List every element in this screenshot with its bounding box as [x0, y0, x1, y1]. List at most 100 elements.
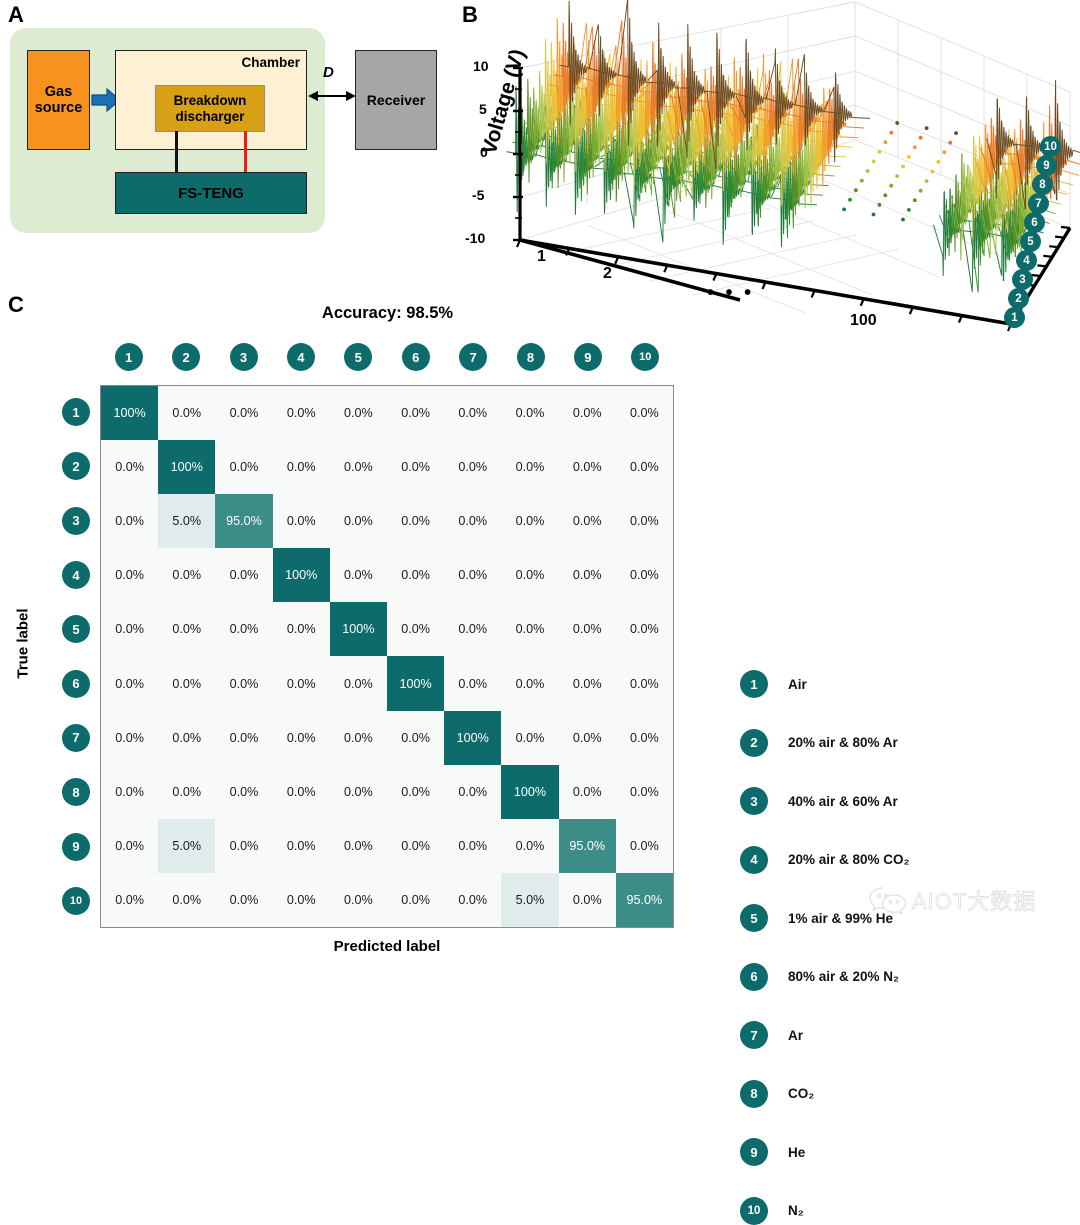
- matrix-cell-r10-c6: 0.0%: [387, 873, 444, 927]
- col-badge-8: 8: [517, 343, 545, 371]
- matrix-cell-r10-c8: 5.0%: [501, 873, 558, 927]
- matrix-cell-r3-c1: 0.0%: [101, 494, 158, 548]
- gap-dot-gas2-1: [848, 198, 852, 202]
- legend-item-6: 6 80% air & 20% N₂: [740, 963, 899, 991]
- matrix-cell-r7-c9: 0.0%: [559, 711, 616, 765]
- matrix-cell-r5-c7: 0.0%: [444, 602, 501, 656]
- matrix-cell-r2-c4: 0.0%: [273, 440, 330, 494]
- matrix-cell-r1-c7: 0.0%: [444, 386, 501, 440]
- z-label-7: 7: [1028, 193, 1049, 214]
- matrix-cell-r6-c7: 0.0%: [444, 656, 501, 710]
- matrix-cell-r9-c6: 0.0%: [387, 819, 444, 873]
- distance-double-arrow-icon: [307, 86, 357, 106]
- matrix-cell-r5-c10: 0.0%: [616, 602, 673, 656]
- discharger-label-line1: Breakdown: [174, 93, 247, 108]
- gap-dot-gas4-2: [889, 184, 893, 188]
- z-label-10: 10: [1040, 136, 1061, 157]
- matrix-cell-r9-c8: 0.0%: [501, 819, 558, 873]
- legend-item-1: 1Air: [740, 670, 807, 698]
- matrix-cell-r8-c1: 0.0%: [101, 765, 158, 819]
- gap-dot-gas6-2: [901, 165, 905, 169]
- matrix-cell-r2-c3: 0.0%: [215, 440, 272, 494]
- matrix-cell-r10-c2: 0.0%: [158, 873, 215, 927]
- matrix-cell-r3-c3: 95.0%: [215, 494, 272, 548]
- matrix-cell-r6-c2: 0.0%: [158, 656, 215, 710]
- legend-item-3: 340% air & 60% Ar: [740, 787, 898, 815]
- matrix-cell-r7-c1: 0.0%: [101, 711, 158, 765]
- legend-item-2: 220% air & 80% Ar: [740, 729, 898, 757]
- matrix-cell-r5-c8: 0.0%: [501, 602, 558, 656]
- gap-dot-gas10-3: [954, 131, 958, 135]
- legend-label-3: 40% air & 60% Ar: [788, 794, 898, 809]
- gap-dot-gas9-1: [889, 131, 893, 135]
- matrix-cell-r7-c5: 0.0%: [330, 711, 387, 765]
- black-wire: [175, 131, 178, 173]
- legend-label-8: CO₂: [788, 1086, 814, 1101]
- gap-dot-gas1-1: [842, 208, 846, 212]
- col-badge-10: 10: [631, 343, 659, 371]
- matrix-cell-r2-c5: 0.0%: [330, 440, 387, 494]
- row-badge-4: 4: [62, 561, 90, 589]
- matrix-cell-r7-c6: 0.0%: [387, 711, 444, 765]
- gap-dot-gas3-3: [913, 198, 917, 202]
- legend-label-10: N₂: [788, 1203, 804, 1218]
- matrix-cell-r10-c1: 0.0%: [101, 873, 158, 927]
- col-badge-7: 7: [459, 343, 487, 371]
- legend-label-6: 80% air & 20% N₂: [788, 969, 899, 984]
- matrix-cell-r10-c9: 0.0%: [559, 873, 616, 927]
- legend-badge-8: 8: [740, 1080, 768, 1108]
- gap-dot-gas10-1: [895, 121, 899, 125]
- matrix-cell-r4-c6: 0.0%: [387, 548, 444, 602]
- col-badge-5: 5: [344, 343, 372, 371]
- matrix-cell-r5-c2: 0.0%: [158, 602, 215, 656]
- matrix-cell-r4-c5: 0.0%: [330, 548, 387, 602]
- matrix-cell-r3-c10: 0.0%: [616, 494, 673, 548]
- confusion-matrix-grid: 100%0.0%0.0%0.0%0.0%0.0%0.0%0.0%0.0%0.0%…: [100, 385, 674, 928]
- legend-badge-6: 6: [740, 963, 768, 991]
- matrix-cell-r8-c10: 0.0%: [616, 765, 673, 819]
- matrix-cell-r6-c1: 0.0%: [101, 656, 158, 710]
- matrix-cell-r6-c10: 0.0%: [616, 656, 673, 710]
- z-label-3: 3: [1012, 269, 1033, 290]
- matrix-cell-r2-c2: 100%: [158, 440, 215, 494]
- y-tick-10: 10: [473, 58, 489, 74]
- legend-label-9: He: [788, 1145, 805, 1160]
- matrix-cell-r4-c2: 0.0%: [158, 548, 215, 602]
- gap-dot-gas10-2: [925, 126, 929, 130]
- panel-b-voltage-waterfall-3d: Voltage (V) 10 5 0 -5 -10 1 2 100 • • • …: [455, 0, 1080, 340]
- legend-badge-10: 10: [740, 1197, 768, 1225]
- matrix-cell-r8-c9: 0.0%: [559, 765, 616, 819]
- col-badge-6: 6: [402, 343, 430, 371]
- legend-badge-5: 5: [740, 904, 768, 932]
- col-badge-9: 9: [574, 343, 602, 371]
- matrix-cell-r7-c4: 0.0%: [273, 711, 330, 765]
- accuracy-title: Accuracy: 98.5%: [100, 304, 675, 323]
- chamber-label: Chamber: [241, 55, 300, 70]
- row-badge-8: 8: [62, 778, 90, 806]
- gas-source-label-line1: Gas: [45, 84, 72, 100]
- matrix-cell-r4-c1: 0.0%: [101, 548, 158, 602]
- gap-dot-gas8-2: [913, 145, 917, 149]
- gas-source-box: Gas source: [27, 50, 90, 150]
- matrix-cell-r4-c7: 0.0%: [444, 548, 501, 602]
- matrix-cell-r3-c8: 0.0%: [501, 494, 558, 548]
- gap-dot-gas2-2: [878, 203, 882, 207]
- row-badge-10: 10: [62, 887, 90, 915]
- legend-label-2: 20% air & 80% Ar: [788, 735, 898, 750]
- matrix-cell-r1-c2: 0.0%: [158, 386, 215, 440]
- legend-item-9: 9He: [740, 1138, 805, 1166]
- matrix-cell-r2-c10: 0.0%: [616, 440, 673, 494]
- matrix-cell-r10-c10: 95.0%: [616, 873, 673, 927]
- matrix-cell-r3-c7: 0.0%: [444, 494, 501, 548]
- gap-dot-gas7-1: [878, 150, 882, 154]
- matrix-cell-r5-c4: 0.0%: [273, 602, 330, 656]
- red-wire: [244, 131, 247, 173]
- matrix-cell-r6-c4: 0.0%: [273, 656, 330, 710]
- gap-dot-gas3-2: [883, 193, 887, 197]
- matrix-cell-r8-c6: 0.0%: [387, 765, 444, 819]
- z-tick-mark-9: [1055, 237, 1064, 238]
- row-badge-1: 1: [62, 398, 90, 426]
- legend-item-8: 8 CO₂: [740, 1080, 814, 1108]
- z-label-9: 9: [1036, 155, 1057, 176]
- y-tick-neg5: -5: [472, 187, 484, 203]
